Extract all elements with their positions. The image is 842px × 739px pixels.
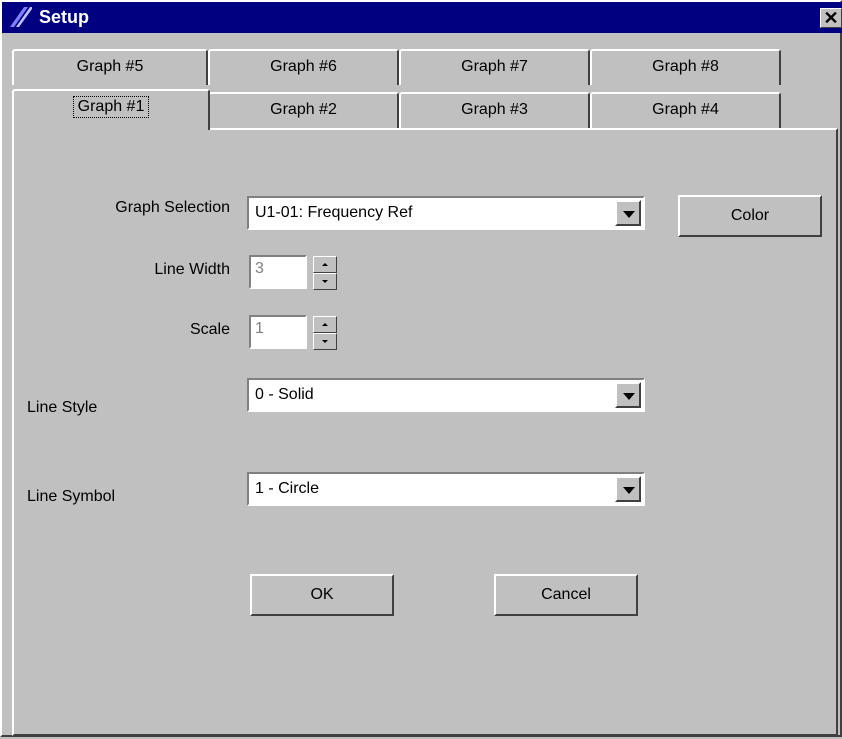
scale-input[interactable]: 1 [249, 315, 307, 349]
chevron-down-icon [623, 211, 635, 218]
color-button[interactable]: Color [678, 195, 822, 237]
spin-up-button[interactable] [313, 316, 337, 333]
line-style-value: 0 - Solid [255, 386, 314, 403]
cancel-button[interactable]: Cancel [494, 574, 638, 616]
spin-down-button[interactable] [313, 333, 337, 350]
cancel-button-label: Cancel [541, 586, 591, 603]
line-symbol-value: 1 - Circle [255, 480, 320, 497]
ok-button-label: OK [310, 586, 334, 603]
setup-window: Setup ✕ Graph #5 Graph #6 Graph #7 Graph… [0, 0, 842, 737]
dropdown-button[interactable] [615, 476, 641, 502]
line-width-label: Line Width [154, 261, 230, 278]
dropdown-button[interactable] [615, 200, 641, 226]
spin-up-button[interactable] [313, 256, 337, 273]
line-style-dropdown[interactable]: 0 - Solid [247, 378, 645, 412]
chevron-up-icon [322, 323, 328, 326]
chevron-down-icon [322, 340, 328, 343]
line-width-value: 3 [255, 260, 264, 277]
scale-value: 1 [255, 320, 264, 337]
chevron-down-icon [623, 487, 635, 494]
graph-selection-dropdown[interactable]: U1-01: Frequency Ref [247, 196, 645, 230]
scale-stepper[interactable] [313, 316, 337, 350]
chevron-up-icon [322, 263, 328, 266]
color-button-label: Color [730, 207, 770, 224]
scale-label: Scale [189, 321, 230, 338]
chevron-down-icon [322, 280, 328, 283]
ok-button[interactable]: OK [250, 574, 394, 616]
graph-selection-value: U1-01: Frequency Ref [255, 204, 413, 221]
line-symbol-label: Line Symbol [27, 488, 116, 505]
spin-down-button[interactable] [313, 273, 337, 290]
graph-selection-label: Graph Selection [115, 199, 230, 216]
line-width-input[interactable]: 3 [249, 255, 307, 289]
chevron-down-icon [623, 393, 635, 400]
line-width-stepper[interactable] [313, 256, 337, 290]
line-symbol-dropdown[interactable]: 1 - Circle [247, 472, 645, 506]
line-style-label: Line Style [27, 399, 98, 416]
dropdown-button[interactable] [615, 382, 641, 408]
